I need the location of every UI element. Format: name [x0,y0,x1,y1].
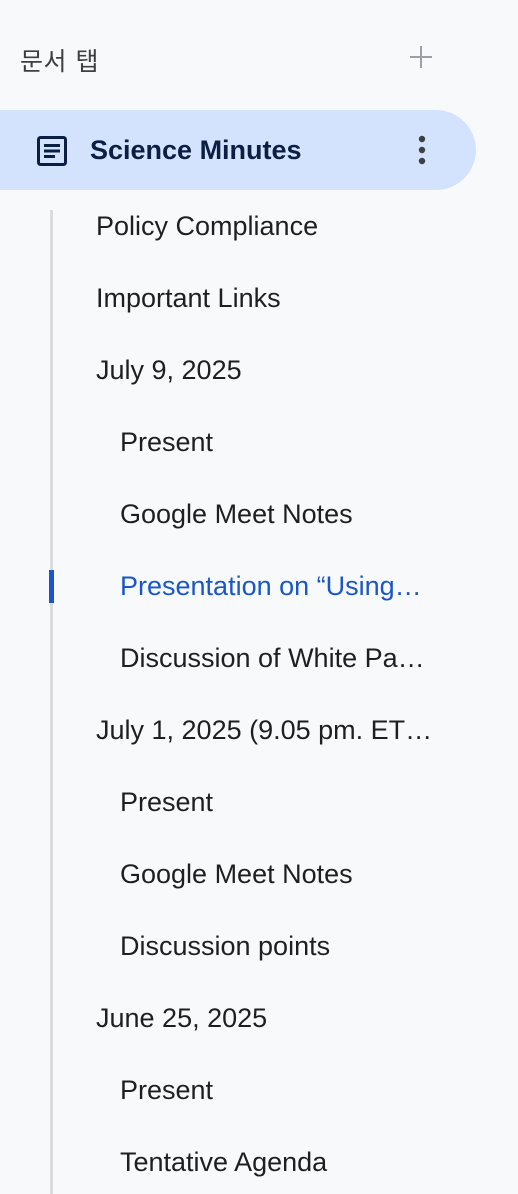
outline-item[interactable]: Tentative Agenda [120,1126,440,1194]
plus-icon [410,46,432,68]
outline-item-current[interactable]: Presentation on “Using… [120,550,440,622]
tab-options-button[interactable] [406,132,438,168]
tab-science-minutes[interactable]: Science Minutes [0,110,476,190]
outline-item[interactable]: Discussion of White Pa… [120,622,440,694]
outline-item[interactable]: Discussion points [120,910,440,982]
panel-header: 문서 탭 [20,36,440,80]
panel-title: 문서 탭 [20,47,99,76]
add-tab-button[interactable] [406,42,436,72]
outline-item[interactable]: Important Links [96,262,440,334]
outline-item[interactable]: July 9, 2025 [96,334,440,406]
outline-item[interactable]: Present [120,766,440,838]
outline-item[interactable]: Present [120,1054,440,1126]
outline-item[interactable]: July 1, 2025 (9.05 pm. ET… [96,694,440,766]
outline-item[interactable]: Google Meet Notes [120,838,440,910]
current-section-indicator [49,570,54,603]
outline-item[interactable]: Google Meet Notes [120,478,440,550]
outline-item[interactable]: Present [120,406,440,478]
outline-guide-line [50,210,53,1194]
outline-item[interactable]: Policy Compliance [96,190,440,262]
outline-item[interactable]: June 25, 2025 [96,982,440,1054]
more-vertical-icon [418,135,426,165]
tab-label: Science Minutes [90,135,302,165]
document-icon [36,136,68,166]
document-tabs-panel: 문서 탭 Science Minutes Policy Compliance I… [0,0,518,1194]
